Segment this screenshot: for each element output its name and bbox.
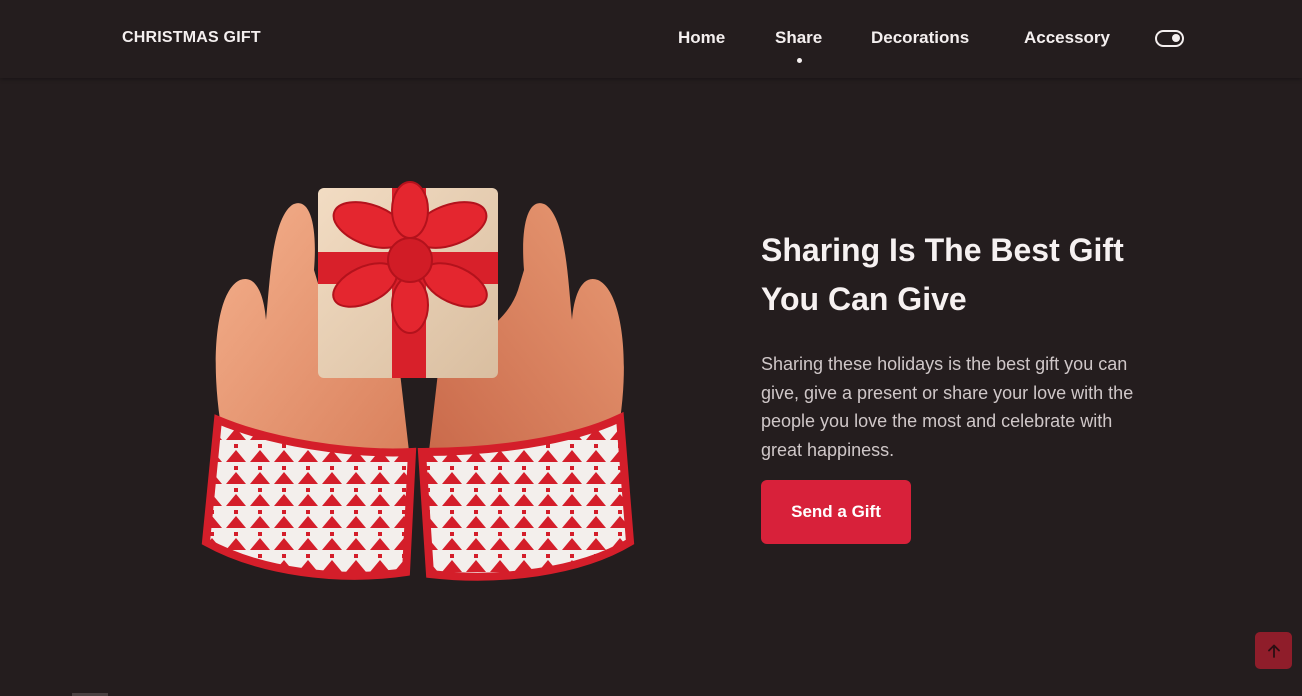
- site-header: CHRISTMAS GIFT Home Share Decorations Ac…: [0, 0, 1302, 78]
- nav-decorations[interactable]: Decorations: [871, 28, 969, 48]
- hero-description: Sharing these holidays is the best gift …: [761, 354, 1134, 460]
- hero-title: Sharing Is The Best Gift You Can Give: [761, 232, 1124, 317]
- active-indicator-dot: [796, 58, 802, 63]
- nav-share-label: Share: [775, 28, 823, 47]
- hands-holding-gift-image: [201, 181, 635, 581]
- theme-toggle-icon[interactable]: [1155, 30, 1184, 47]
- site-logo[interactable]: CHRISTMAS GIFT: [122, 29, 261, 47]
- send-gift-button[interactable]: Send a Gift: [761, 480, 911, 544]
- scroll-up-button[interactable]: [1255, 632, 1292, 669]
- nav-accessory[interactable]: Accessory: [1024, 28, 1110, 48]
- arrow-up-icon: [1267, 644, 1280, 658]
- nav-home[interactable]: Home: [678, 28, 725, 48]
- toggle-knob: [1172, 34, 1180, 42]
- nav-share[interactable]: Share: [775, 28, 823, 63]
